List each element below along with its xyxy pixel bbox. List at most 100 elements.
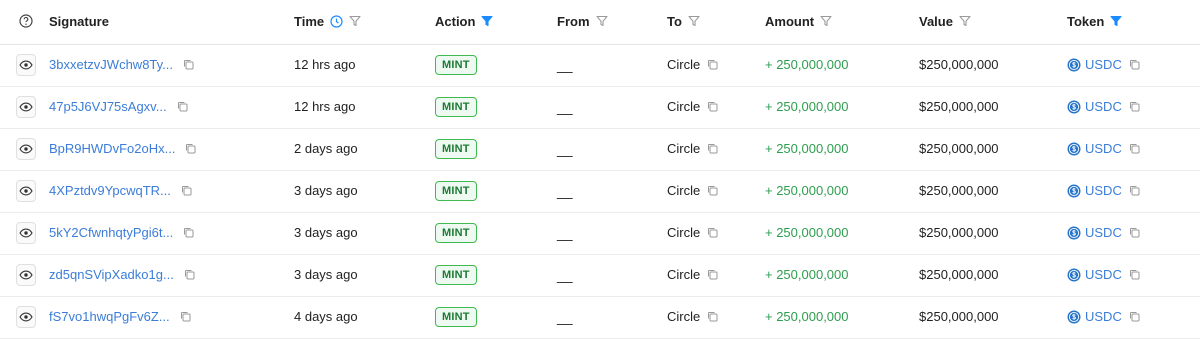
signature-link[interactable]: BpR9HWDvFo2oHx...: [49, 141, 175, 156]
copy-icon[interactable]: [1129, 185, 1140, 196]
eye-icon: [19, 186, 33, 196]
filter-icon[interactable]: [1110, 15, 1122, 27]
from-cell: __: [557, 86, 573, 127]
view-details-button[interactable]: [16, 221, 36, 244]
row-view-cell: [16, 254, 36, 295]
view-details-button[interactable]: [16, 305, 36, 328]
row-view-cell: [16, 296, 36, 337]
filter-icon[interactable]: [481, 15, 494, 27]
header-help[interactable]: [16, 0, 36, 43]
header-time: Time: [294, 0, 361, 43]
filter-icon[interactable]: [688, 15, 700, 27]
signature-cell: 5kY2CfwnhqtyPgi6t...: [49, 212, 194, 253]
token-link[interactable]: USDC: [1067, 309, 1122, 324]
filter-icon[interactable]: [349, 15, 361, 27]
copy-icon[interactable]: [707, 143, 718, 154]
copy-icon[interactable]: [1129, 59, 1140, 70]
copy-icon[interactable]: [707, 59, 718, 70]
copy-icon[interactable]: [185, 143, 196, 154]
copy-icon[interactable]: [1129, 143, 1140, 154]
view-details-button[interactable]: [16, 95, 36, 118]
amount-cell: + 250,000,000: [765, 86, 849, 127]
signature-cell: zd5qnSVipXadko1g...: [49, 254, 195, 295]
table-row: 47p5J6VJ75sAgxv... 12 hrs ago MINT __ Ci…: [0, 87, 1200, 129]
usdc-coin-icon: [1067, 142, 1081, 156]
usd-value: $250,000,000: [919, 183, 999, 198]
from-cell: __: [557, 44, 573, 85]
value-cell: $250,000,000: [919, 86, 999, 127]
to-cell: Circle: [667, 128, 718, 169]
header-action: Action: [435, 0, 494, 43]
from-address: __: [557, 56, 573, 73]
time-ago: 3 days ago: [294, 225, 358, 240]
from-address: __: [557, 224, 573, 241]
clock-icon[interactable]: [330, 14, 343, 28]
signature-cell: fS7vo1hwqPgFv6Z...: [49, 296, 191, 337]
view-details-button[interactable]: [16, 263, 36, 286]
view-details-button[interactable]: [16, 53, 36, 76]
token-link[interactable]: USDC: [1067, 99, 1122, 114]
signature-link[interactable]: fS7vo1hwqPgFv6Z...: [49, 309, 170, 324]
header-time-label: Time: [294, 13, 325, 29]
amount-cell: + 250,000,000: [765, 212, 849, 253]
action-badge: MINT: [435, 180, 477, 201]
view-details-button[interactable]: [16, 137, 36, 160]
copy-icon[interactable]: [1129, 227, 1140, 238]
signature-link[interactable]: 4XPztdv9YpcwqTR...: [49, 183, 171, 198]
signature-cell: 4XPztdv9YpcwqTR...: [49, 170, 192, 211]
action-badge: MINT: [435, 54, 477, 75]
copy-icon[interactable]: [707, 269, 718, 280]
copy-icon[interactable]: [1129, 269, 1140, 280]
filter-icon[interactable]: [595, 15, 608, 27]
header-from: From: [557, 0, 608, 43]
to-address[interactable]: Circle: [667, 267, 700, 282]
signature-link[interactable]: zd5qnSVipXadko1g...: [49, 267, 174, 282]
time-cell: 3 days ago: [294, 254, 358, 295]
row-view-cell: [16, 86, 36, 127]
copy-icon[interactable]: [707, 227, 718, 238]
copy-icon[interactable]: [1129, 101, 1140, 112]
time-cell: 12 hrs ago: [294, 86, 355, 127]
row-view-cell: [16, 170, 36, 211]
to-address[interactable]: Circle: [667, 183, 700, 198]
to-address[interactable]: Circle: [667, 99, 700, 114]
to-address[interactable]: Circle: [667, 141, 700, 156]
to-address[interactable]: Circle: [667, 225, 700, 240]
amount-value: + 250,000,000: [765, 267, 849, 282]
table-row: 5kY2CfwnhqtyPgi6t... 3 days ago MINT __ …: [0, 213, 1200, 255]
signature-link[interactable]: 5kY2CfwnhqtyPgi6t...: [49, 225, 173, 240]
to-address[interactable]: Circle: [667, 309, 700, 324]
signature-link[interactable]: 47p5J6VJ75sAgxv...: [49, 99, 167, 114]
token-symbol: USDC: [1085, 309, 1122, 324]
filter-icon[interactable]: [820, 15, 832, 27]
filter-icon[interactable]: [959, 15, 971, 27]
copy-icon[interactable]: [183, 227, 194, 238]
help-circle-icon[interactable]: [19, 14, 33, 28]
copy-icon[interactable]: [180, 311, 191, 322]
row-view-cell: [16, 128, 36, 169]
action-cell: MINT: [435, 170, 477, 211]
from-cell: __: [557, 254, 573, 295]
token-link[interactable]: USDC: [1067, 183, 1122, 198]
copy-icon[interactable]: [183, 59, 194, 70]
copy-icon[interactable]: [184, 269, 195, 280]
copy-icon[interactable]: [707, 311, 718, 322]
token-link[interactable]: USDC: [1067, 267, 1122, 282]
token-link[interactable]: USDC: [1067, 141, 1122, 156]
signature-link[interactable]: 3bxxetzvJWchw8Ty...: [49, 57, 173, 72]
copy-icon[interactable]: [177, 101, 188, 112]
row-view-cell: [16, 44, 36, 85]
copy-icon[interactable]: [181, 185, 192, 196]
copy-icon[interactable]: [707, 185, 718, 196]
to-address[interactable]: Circle: [667, 57, 700, 72]
token-link[interactable]: USDC: [1067, 57, 1122, 72]
from-address: __: [557, 308, 573, 325]
view-details-button[interactable]: [16, 179, 36, 202]
token-cell: USDC: [1067, 128, 1140, 169]
copy-icon[interactable]: [707, 101, 718, 112]
token-symbol: USDC: [1085, 225, 1122, 240]
value-cell: $250,000,000: [919, 44, 999, 85]
token-cell: USDC: [1067, 44, 1140, 85]
token-link[interactable]: USDC: [1067, 225, 1122, 240]
copy-icon[interactable]: [1129, 311, 1140, 322]
